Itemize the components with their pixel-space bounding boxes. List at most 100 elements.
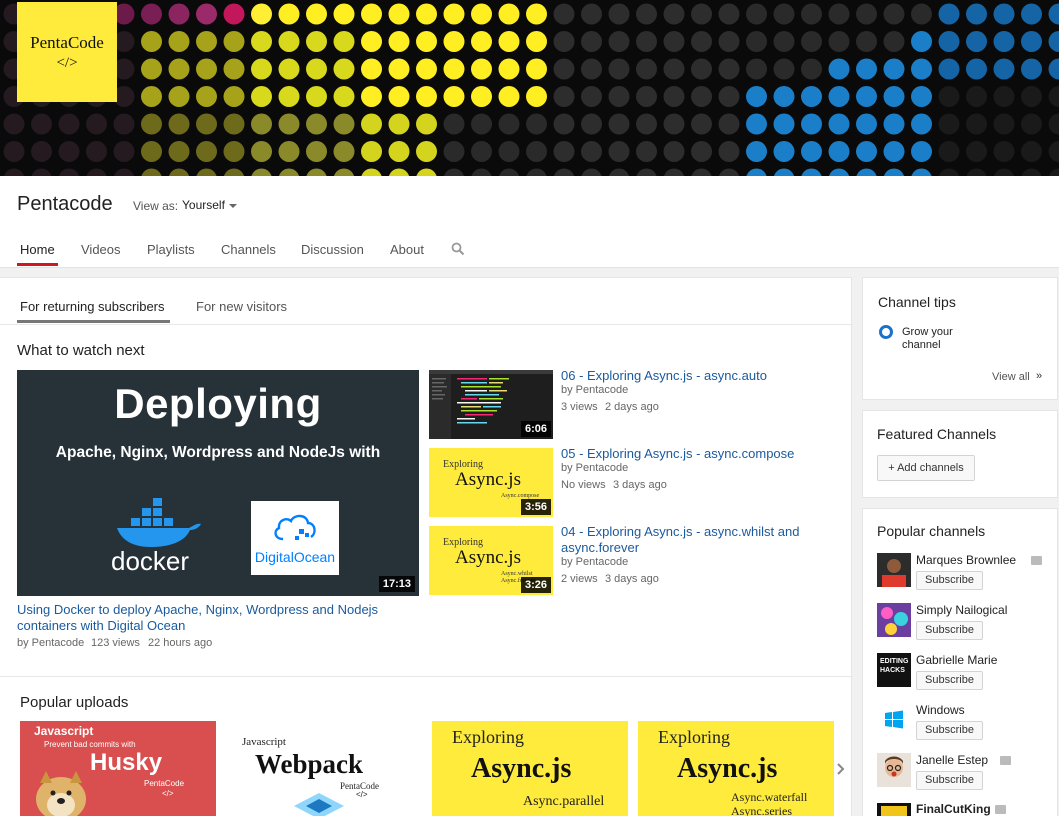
- subtab-new-visitors[interactable]: For new visitors: [196, 299, 287, 314]
- section-title-popular-uploads: Popular uploads: [20, 694, 129, 711]
- video-author[interactable]: by Pentacode: [561, 384, 628, 396]
- logo-text: PentaCode: [30, 32, 104, 52]
- verified-icon: [1000, 756, 1011, 765]
- digitalocean-logo: DigitalOcean: [251, 501, 339, 575]
- section-title-watch-next: What to watch next: [17, 342, 145, 359]
- subscribe-button[interactable]: Subscribe: [916, 721, 983, 740]
- banner-dot-pattern: [3, 3, 1059, 176]
- subscribe-button[interactable]: Subscribe: [916, 671, 983, 690]
- logo-code-glyph: </>: [56, 54, 78, 71]
- video-views: 2 views: [561, 573, 598, 585]
- thumb-async: Async.js: [471, 753, 572, 784]
- subscribe-button[interactable]: Subscribe: [916, 571, 983, 590]
- thumb-subtitle-2: Async.series: [731, 804, 792, 816]
- thumb-heading: Webpack: [255, 749, 364, 779]
- view-all-link[interactable]: View all: [992, 371, 1030, 383]
- active-tab-indicator: [17, 263, 58, 266]
- channel-tips-title: Channel tips: [878, 294, 956, 310]
- tip-status-icon: [879, 325, 893, 339]
- channel-name[interactable]: FinalCutKing: [916, 802, 991, 816]
- video-thumbnail[interactable]: Exploring Async.js Async.whilst Async.fo…: [429, 526, 553, 595]
- verified-icon: [995, 805, 1006, 814]
- tab-videos[interactable]: Videos: [81, 242, 121, 257]
- featured-channels-title: Featured Channels: [877, 426, 997, 442]
- channel-name[interactable]: Gabrielle Marie: [916, 653, 997, 667]
- avatar[interactable]: [877, 753, 911, 787]
- video-views: 3 views: [561, 401, 598, 413]
- video-age: 3 days ago: [605, 573, 659, 585]
- thumb-language: Javascript: [242, 736, 286, 748]
- docker-whale-icon: [117, 498, 201, 547]
- thumb-subtitle: Prevent bad commits with: [44, 740, 136, 749]
- video-duration: 3:26: [520, 577, 551, 593]
- channel-name[interactable]: Janelle Estep: [916, 753, 988, 767]
- channel-name[interactable]: Windows: [916, 703, 965, 717]
- avatar-text: EDITING HACKS: [880, 658, 909, 674]
- avatar[interactable]: [877, 603, 911, 637]
- video-age: 2 days ago: [605, 401, 659, 413]
- tab-channels[interactable]: Channels: [221, 242, 276, 257]
- tab-playlists[interactable]: Playlists: [147, 242, 195, 257]
- subtab-returning-subscribers[interactable]: For returning subscribers: [20, 299, 165, 314]
- active-subtab-indicator: [17, 320, 170, 323]
- avatar[interactable]: [877, 553, 911, 587]
- verified-icon: [1031, 556, 1042, 565]
- featured-video-thumbnail[interactable]: Deploying Apache, Nginx, Wordpress and N…: [17, 370, 419, 596]
- popular-video-thumbnail[interactable]: Exploring Async.js Async.parallel: [432, 721, 628, 816]
- popular-video-thumbnail[interactable]: Javascript Webpack PentaCode </>: [226, 721, 422, 816]
- thumb-code-glyph: </>: [356, 790, 368, 799]
- thumb-brand: PentaCode: [144, 779, 185, 788]
- thumb-exploring: Exploring: [452, 727, 524, 747]
- thumb-exploring: Exploring: [658, 727, 730, 747]
- search-icon[interactable]: [451, 242, 465, 261]
- tab-about[interactable]: About: [390, 242, 424, 257]
- popular-channels-title: Popular channels: [877, 523, 986, 539]
- chevron-down-icon[interactable]: [229, 204, 237, 208]
- chevron-right-icon[interactable]: [836, 762, 846, 781]
- docker-wordmark: docker: [111, 546, 190, 576]
- avatar[interactable]: EDITING HACKS: [877, 653, 911, 687]
- subscribe-button[interactable]: Subscribe: [916, 771, 983, 790]
- cloud-icon: [274, 514, 316, 541]
- video-title[interactable]: 05 - Exploring Async.js - async.compose: [561, 446, 821, 462]
- thumb-subheading: Apache, Nginx, Wordpress and NodeJs with: [55, 444, 381, 461]
- channel-name[interactable]: Marques Brownlee: [916, 553, 1016, 567]
- tab-home[interactable]: Home: [20, 242, 55, 257]
- doge-icon: [36, 771, 86, 816]
- video-thumbnail[interactable]: Exploring Async.js Async.compose 3:56: [429, 448, 553, 517]
- channel-name[interactable]: Simply Nailogical: [916, 603, 1007, 617]
- featured-video-views: 123 views: [91, 637, 140, 649]
- video-thumbnail[interactable]: 6:06: [429, 370, 553, 439]
- windows-logo-icon[interactable]: [877, 703, 911, 737]
- featured-video-age: 22 hours ago: [148, 637, 213, 649]
- double-chevron-right-icon[interactable]: »: [1036, 370, 1042, 382]
- video-views: No views: [561, 479, 606, 491]
- thumb-subtitle: Async.waterfall: [731, 790, 808, 804]
- thumb-subtitle: Async.parallel: [523, 794, 605, 809]
- popular-video-thumbnail[interactable]: Exploring Async.js Async.waterfall Async…: [638, 721, 834, 816]
- thumb-heading: Husky: [90, 749, 163, 776]
- webpack-cube-icon: [294, 793, 344, 816]
- tab-discussion[interactable]: Discussion: [301, 242, 364, 257]
- channel-title: Pentacode: [17, 193, 113, 215]
- channel-logo[interactable]: PentaCode </>: [17, 2, 117, 102]
- subscribe-button[interactable]: Subscribe: [916, 621, 983, 640]
- subtab-divider: [0, 324, 852, 325]
- video-duration: 6:06: [520, 421, 551, 437]
- video-author[interactable]: by Pentacode: [561, 462, 628, 474]
- digitalocean-wordmark: DigitalOcean: [254, 549, 336, 565]
- popular-video-thumbnail[interactable]: Javascript Prevent bad commits with Husk…: [20, 721, 216, 816]
- video-title[interactable]: 04 - Exploring Async.js - async.whilst a…: [561, 524, 821, 556]
- video-author[interactable]: by Pentacode: [561, 556, 628, 568]
- video-duration: 17:13: [378, 576, 415, 592]
- thumb-async: Async.js: [455, 547, 521, 568]
- view-as-dropdown[interactable]: Yourself: [182, 198, 225, 212]
- channel-banner: PentaCode </>: [0, 0, 1059, 176]
- featured-video-author[interactable]: by Pentacode: [17, 637, 84, 649]
- thumb-async: Async.js: [677, 753, 778, 784]
- video-title[interactable]: 06 - Exploring Async.js - async.auto: [561, 368, 821, 384]
- tip-text[interactable]: Grow your channel: [902, 326, 982, 352]
- featured-video-title[interactable]: Using Docker to deploy Apache, Nginx, Wo…: [17, 602, 397, 634]
- avatar[interactable]: [877, 803, 911, 816]
- add-channels-button[interactable]: + Add channels: [877, 455, 975, 481]
